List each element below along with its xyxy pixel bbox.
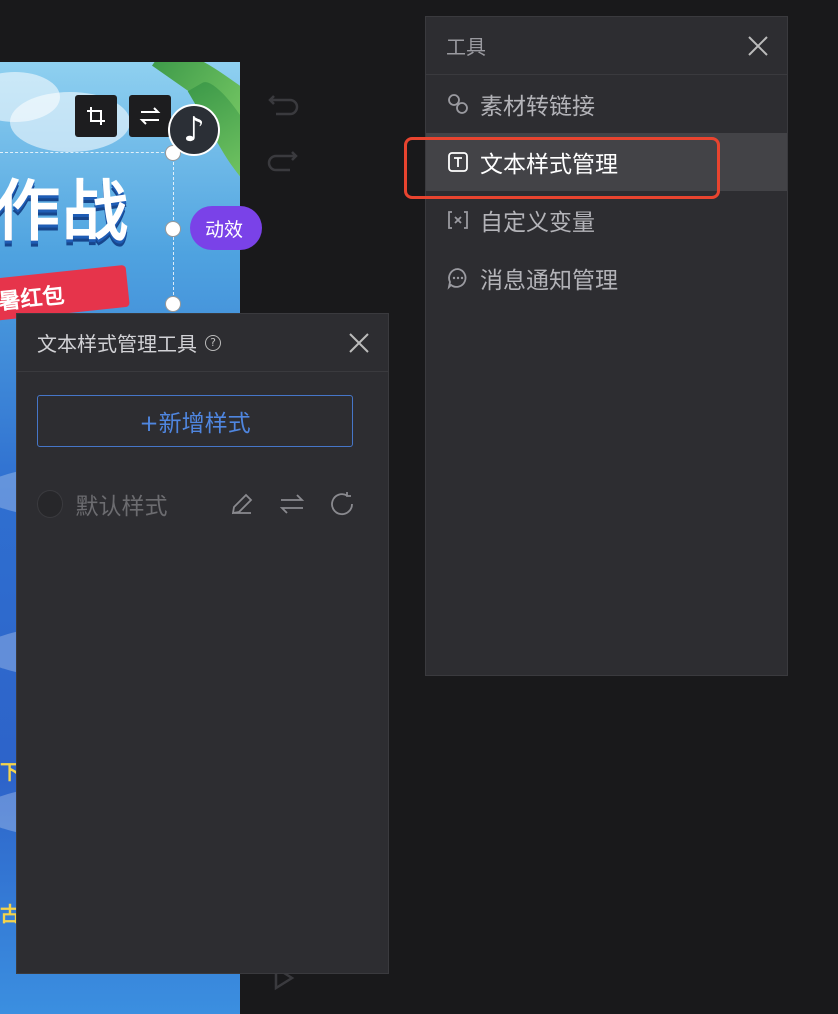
edit-icon[interactable] (227, 489, 257, 519)
undo-icon[interactable] (266, 86, 302, 122)
close-icon[interactable] (348, 332, 370, 354)
text-style-panel: 文本样式管理工具 ? +新增样式 默认样式 (16, 313, 389, 974)
tools-panel: 工具 素材转链接 文本样式管理 自定义变量 消息通知管理 (425, 16, 788, 676)
variable-icon (446, 208, 470, 232)
add-style-button[interactable]: +新增样式 (37, 395, 353, 447)
link-icon (446, 92, 470, 116)
editor-workspace: 作战 暑红包 下单 古 ♪ 动效 工具 (0, 0, 838, 1014)
close-icon[interactable] (747, 35, 769, 57)
crop-button[interactable] (75, 95, 117, 137)
text-style-panel-title: 文本样式管理工具 ? (37, 328, 221, 357)
selection-outline (0, 152, 174, 305)
text-style-panel-header: 文本样式管理工具 ? (17, 314, 388, 372)
tools-item-message-notice[interactable]: 消息通知管理 (426, 249, 787, 307)
text-style-panel-title-text: 文本样式管理工具 (37, 332, 197, 356)
swap-button[interactable] (129, 95, 171, 137)
crop-icon (85, 105, 107, 127)
message-icon (446, 266, 470, 290)
tools-item-custom-variable[interactable]: 自定义变量 (426, 191, 787, 249)
style-name: 默认样式 (75, 494, 168, 520)
music-note-icon[interactable]: ♪ (168, 104, 220, 156)
style-list-item[interactable]: 默认样式 (37, 484, 357, 524)
swap-icon (138, 104, 162, 128)
help-icon[interactable]: ? (205, 334, 221, 351)
tools-item-label: 素材转链接 (480, 94, 595, 120)
style-radio[interactable] (37, 490, 64, 518)
refresh-icon[interactable] (327, 489, 357, 519)
tools-item-label: 自定义变量 (480, 210, 595, 236)
resize-handle[interactable] (165, 221, 181, 237)
tools-item-label: 消息通知管理 (480, 268, 618, 294)
highlight-annotation (404, 137, 720, 199)
resize-handle[interactable] (165, 296, 181, 312)
tools-item-asset-link[interactable]: 素材转链接 (426, 75, 787, 133)
effect-badge[interactable]: 动效 (190, 206, 262, 250)
tools-panel-header: 工具 (426, 17, 787, 75)
swap-icon[interactable] (277, 489, 307, 519)
tools-panel-title: 工具 (446, 35, 486, 59)
redo-icon[interactable] (266, 142, 302, 178)
